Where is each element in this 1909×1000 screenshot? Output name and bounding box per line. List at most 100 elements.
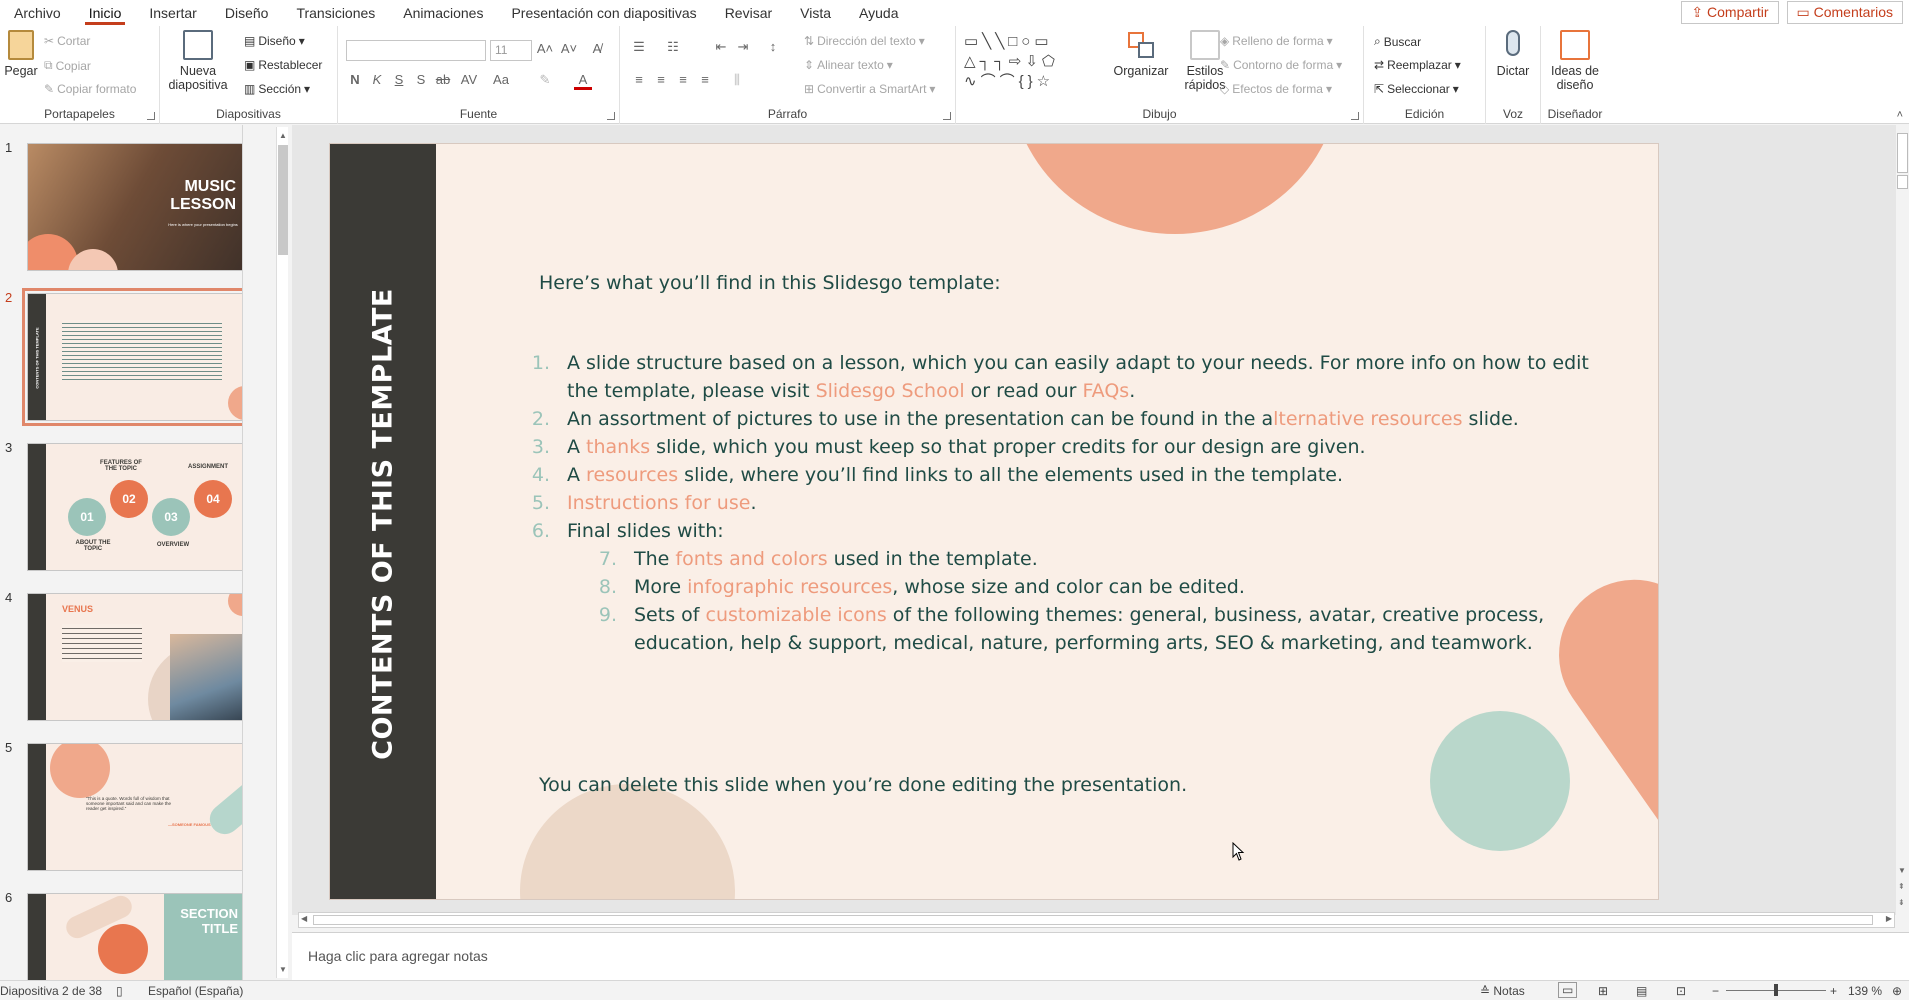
link-resources[interactable]: resources	[586, 464, 678, 486]
change-case-icon[interactable]: Aa	[492, 72, 510, 87]
thumbnails-scrollbar[interactable]: ▲ ▼	[276, 127, 288, 978]
link-slidesgo-school[interactable]: Slidesgo School	[816, 380, 965, 402]
find-button[interactable]: ⌕ Buscar	[1374, 34, 1421, 49]
increase-indent-icon[interactable]: ⇥	[734, 39, 752, 55]
zoom-in-button[interactable]: +	[1830, 984, 1837, 998]
slide-sorter-icon[interactable]: ⊞	[1598, 984, 1608, 998]
design-ideas-button[interactable]: Ideas de diseño	[1545, 30, 1605, 92]
dictate-button[interactable]: Dictar	[1490, 30, 1536, 78]
intro-text[interactable]: Here’s what you’ll find in this Slidesgo…	[539, 269, 1001, 297]
clear-format-icon[interactable]: A̸	[588, 41, 606, 56]
select-button[interactable]: ⇱ Seleccionar ▾	[1374, 82, 1459, 96]
paste-button[interactable]: Pegar	[4, 30, 38, 78]
zoom-level[interactable]: 139 %	[1848, 984, 1882, 998]
bullets-icon[interactable]: ☰	[630, 39, 648, 55]
scroll-thumb[interactable]	[1897, 133, 1908, 173]
comments-button[interactable]: ▭ Comentarios	[1786, 1, 1903, 24]
dialog-launcher-icon[interactable]	[943, 112, 951, 120]
text-direction-button[interactable]: ⇅ Dirección del texto ▾	[804, 34, 925, 48]
tab-archivo[interactable]: Archivo	[0, 0, 75, 26]
slide-counter[interactable]: Diapositiva 2 de 38	[0, 984, 102, 998]
line-spacing-icon[interactable]: ↕	[764, 39, 782, 54]
link-thanks[interactable]: thanks	[586, 436, 650, 458]
scroll-thumb[interactable]	[313, 915, 1873, 925]
new-slide-button[interactable]: Nueva diapositiva	[168, 30, 228, 92]
columns-icon[interactable]: ⫼	[728, 72, 746, 88]
notes-pane[interactable]: Haga clic para agregar notas	[292, 932, 1909, 980]
align-right-icon[interactable]: ≡	[674, 72, 692, 87]
scroll-right-icon[interactable]: ▶	[1886, 914, 1892, 923]
highlight-icon[interactable]: ✎	[536, 72, 554, 88]
dialog-launcher-icon[interactable]	[147, 112, 155, 120]
dialog-launcher-icon[interactable]	[1351, 112, 1359, 120]
notes-button[interactable]: ≙ Notas	[1480, 984, 1525, 998]
zoom-slider-thumb[interactable]	[1774, 984, 1778, 996]
tab-presentacion[interactable]: Presentación con diapositivas	[497, 0, 710, 26]
slide-canvas[interactable]: CONTENTS OF THIS TEMPLATE Here’s what yo…	[329, 143, 1659, 900]
link-fonts-colors[interactable]: fonts and colors	[675, 548, 827, 570]
link-faqs[interactable]: FAQs	[1083, 380, 1130, 402]
shape-outline-button[interactable]: ✎ Contorno de forma ▾	[1220, 58, 1342, 72]
footer-text[interactable]: You can delete this slide when you’re do…	[539, 771, 1187, 799]
scroll-up-icon[interactable]: ▲	[279, 131, 287, 140]
font-family-combo[interactable]	[346, 40, 486, 61]
align-text-button[interactable]: ⇕ Alinear texto ▾	[804, 58, 893, 72]
normal-view-icon[interactable]: ▭	[1558, 982, 1578, 998]
cut-button[interactable]: ✂ Cortar	[44, 34, 90, 48]
editor-vertical-scrollbar[interactable]: ▼ ⇞ ⇟	[1896, 125, 1909, 915]
decrease-indent-icon[interactable]: ⇤	[712, 39, 730, 55]
editor-horizontal-scrollbar[interactable]: ◀ ▶	[298, 912, 1895, 928]
slide-thumbnail-3[interactable]: FEATURES OF THE TOPIC ASSIGNMENT 01 02 0…	[27, 443, 242, 571]
justify-icon[interactable]: ≡	[696, 72, 714, 87]
scroll-thumb-secondary[interactable]	[1897, 175, 1908, 189]
scroll-thumb[interactable]	[278, 145, 288, 255]
shrink-font-icon[interactable]: A˅	[560, 41, 578, 56]
copy-button[interactable]: ⧉ Copiar	[44, 58, 91, 73]
arrange-button[interactable]: Organizar	[1106, 30, 1176, 78]
slideshow-icon[interactable]: ⊡	[1676, 984, 1686, 998]
next-slide-icon[interactable]: ⇟	[1898, 898, 1905, 907]
accessibility-icon[interactable]: ▯	[116, 984, 123, 998]
prev-slide-icon[interactable]: ⇞	[1898, 882, 1905, 891]
grow-font-icon[interactable]: A˄	[536, 41, 554, 56]
dialog-launcher-icon[interactable]	[607, 112, 615, 120]
shapes-gallery[interactable]: ▭╲╲□○▭ △┐┐⇨⇩⬠ ∿⌒⌒{}☆	[964, 32, 1104, 94]
link-instructions[interactable]: Instructions for use	[567, 492, 750, 514]
tab-ayuda[interactable]: Ayuda	[845, 0, 912, 26]
tab-inicio[interactable]: Inicio	[75, 0, 136, 26]
bold-icon[interactable]: N	[346, 72, 364, 87]
reading-view-icon[interactable]: ▤	[1636, 984, 1647, 998]
tab-diseno[interactable]: Diseño	[211, 0, 283, 26]
zoom-out-button[interactable]: −	[1712, 984, 1719, 998]
tab-vista[interactable]: Vista	[786, 0, 845, 26]
notes-placeholder[interactable]: Haga clic para agregar notas	[308, 948, 488, 964]
slide-thumbnail-5[interactable]: “This is a quote. Words full of wisdom t…	[27, 743, 242, 871]
zoom-slider[interactable]	[1726, 984, 1826, 996]
underline-icon[interactable]: S	[390, 72, 408, 87]
shape-fill-button[interactable]: ◈ Relleno de forma ▾	[1220, 34, 1333, 48]
shape-effects-button[interactable]: ◇ Efectos de forma ▾	[1220, 82, 1332, 96]
tab-animaciones[interactable]: Animaciones	[389, 0, 497, 26]
collapse-ribbon-icon[interactable]: ˄	[1897, 109, 1903, 121]
format-painter-button[interactable]: ✎ Copiar formato	[44, 82, 136, 96]
scroll-left-icon[interactable]: ◀	[301, 914, 307, 923]
tab-insertar[interactable]: Insertar	[135, 0, 210, 26]
align-left-icon[interactable]: ≡	[630, 72, 648, 87]
shadow-icon[interactable]: S	[412, 72, 430, 87]
slide-thumbnail-1[interactable]: MUSIC LESSON Here is where your presenta…	[27, 143, 242, 271]
scroll-down-icon[interactable]: ▼	[1898, 866, 1906, 875]
spacing-icon[interactable]: AV	[460, 72, 478, 87]
slide-thumbnail-2[interactable]: CONTENTS OF THIS TEMPLATE	[22, 288, 242, 426]
font-size-combo[interactable]: 11	[490, 40, 532, 61]
tab-transiciones[interactable]: Transiciones	[282, 0, 389, 26]
replace-button[interactable]: ⇄ Reemplazar ▾	[1374, 58, 1461, 72]
language-indicator[interactable]: Español (España)	[148, 984, 243, 998]
slide-thumbnail-6[interactable]: SECTION TITLE	[27, 893, 242, 980]
section-button[interactable]: ▥ Sección ▾	[244, 82, 310, 96]
tab-revisar[interactable]: Revisar	[711, 0, 786, 26]
link-infographic-resources[interactable]: infographic resources	[687, 576, 892, 598]
scroll-down-icon[interactable]: ▼	[279, 965, 287, 974]
layout-button[interactable]: ▤ Diseño ▾	[244, 34, 305, 48]
fit-to-window-icon[interactable]: ⊕	[1892, 984, 1902, 998]
share-button[interactable]: ⇪ Compartir	[1681, 1, 1779, 24]
